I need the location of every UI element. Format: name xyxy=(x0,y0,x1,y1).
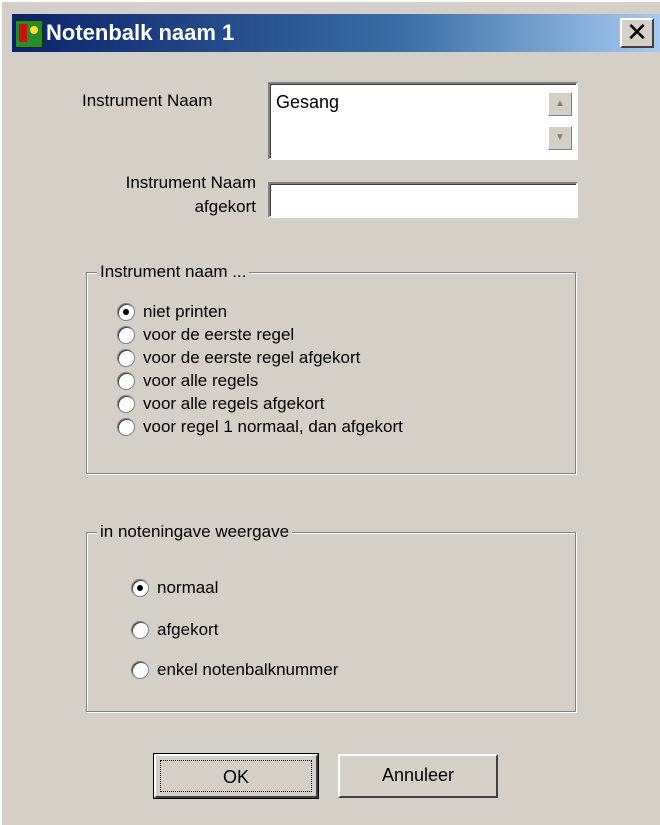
close-icon: ✕ xyxy=(626,17,648,47)
radio-circle xyxy=(131,661,149,679)
radio-label: afgekort xyxy=(157,620,219,639)
ok-button[interactable]: OK xyxy=(153,753,319,799)
radio-label: niet printen xyxy=(143,302,228,321)
radio-circle xyxy=(117,395,135,413)
radio-circle xyxy=(117,303,135,321)
instrument-name-value: Gesang xyxy=(276,92,340,112)
radio-circle xyxy=(117,372,135,390)
abbrev-name-label-line1: Instrument Naam xyxy=(125,173,256,192)
print-options-group: Instrument naam ... niet printen voor de… xyxy=(86,261,576,474)
dialog-window: Notenbalk naam 1 ✕ Instrument Naam Gesan… xyxy=(0,0,660,825)
display-options-group: in noteningave weergave normaal afgekort… xyxy=(86,521,576,712)
radio-selected-dot xyxy=(123,309,129,315)
abbrev-name-input[interactable] xyxy=(268,182,578,218)
radio-selected-dot xyxy=(137,585,143,591)
display-options-legend: in noteningave weergave xyxy=(97,521,293,543)
radio-circle xyxy=(117,326,135,344)
radio-label: voor de eerste regel xyxy=(143,325,295,344)
radio-label: voor alle regels afgekort xyxy=(143,394,325,413)
app-icon xyxy=(15,20,43,48)
radio-label: voor regel 1 normaal, dan afgekort xyxy=(143,417,403,436)
radio-circle xyxy=(117,418,135,436)
window-title: Notenbalk naam 1 xyxy=(46,20,235,45)
radio-circle xyxy=(117,349,135,367)
scroll-up-button[interactable]: ▲ xyxy=(548,92,572,116)
instrument-name-label: Instrument Naam xyxy=(82,91,213,110)
scroll-down-button[interactable]: ▼ xyxy=(548,126,572,150)
print-options-legend: Instrument naam ... xyxy=(97,261,250,283)
abbrev-name-label-line2: afgekort xyxy=(194,197,256,216)
radio-label: voor alle regels xyxy=(143,371,259,390)
close-button[interactable]: ✕ xyxy=(620,18,654,48)
radio-circle xyxy=(131,621,149,639)
radio-label: enkel notenbalknummer xyxy=(157,660,339,679)
cancel-button[interactable]: Annuleer xyxy=(338,754,498,798)
radio-circle xyxy=(131,579,149,597)
radio-label: voor de eerste regel afgekort xyxy=(143,348,361,367)
instrument-name-field[interactable]: Gesang ▲ ▼ xyxy=(268,82,578,160)
title-bar: Notenbalk naam 1 ✕ xyxy=(12,14,660,52)
ok-button-label: OK xyxy=(160,760,312,792)
scroll-up-icon: ▲ xyxy=(555,98,565,109)
cancel-button-label: Annuleer xyxy=(381,765,455,785)
radio-label: normaal xyxy=(157,578,219,597)
scroll-down-icon: ▼ xyxy=(555,132,565,143)
